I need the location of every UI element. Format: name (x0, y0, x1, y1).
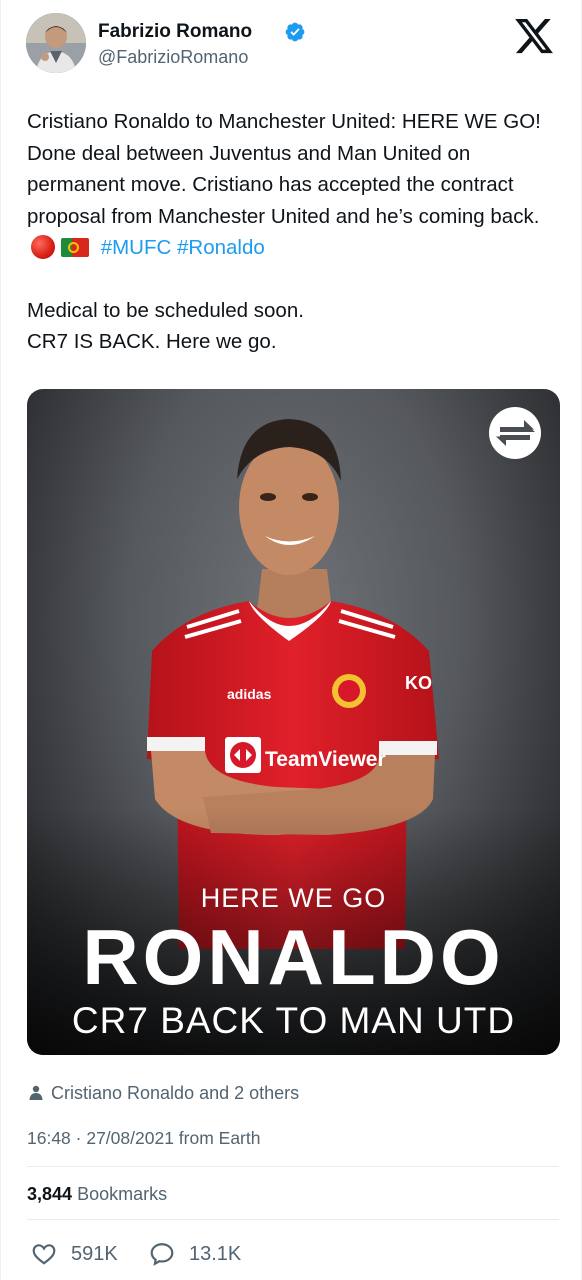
divider (27, 1166, 559, 1167)
reply-bubble-icon (150, 1243, 174, 1266)
bookmarks-count: 3,844 (27, 1184, 73, 1204)
portugal-flag-emoji-icon (61, 238, 89, 257)
red-circle-emoji-icon (31, 235, 55, 259)
hashtag-ronaldo[interactable]: #Ronaldo (177, 236, 265, 259)
svg-text:adidas: adidas (227, 686, 272, 702)
bookmarks-stat[interactable]: 3,844 Bookmarks (27, 1184, 167, 1205)
svg-text:TeamViewer: TeamViewer (265, 748, 386, 771)
author-handle[interactable]: @FabrizioRomano (98, 47, 248, 68)
tweet-text: Cristiano Ronaldo to Manchester United: … (27, 106, 557, 358)
tagged-people-link[interactable]: Cristiano Ronaldo and 2 others (29, 1083, 299, 1104)
tweet-actions: 591K 13.1K (31, 1238, 551, 1270)
reply-count: 13.1K (189, 1242, 242, 1265)
tagged-people-text: Cristiano Ronaldo and 2 others (51, 1083, 300, 1103)
media-tagline: CR7 BACK TO MAN UTD (71, 1000, 516, 1041)
tweet-line-medical: Medical to be scheduled soon. (27, 298, 304, 322)
bookmarks-label: Bookmarks (77, 1184, 168, 1204)
verified-badge-icon (285, 22, 305, 42)
tweet-timestamp[interactable]: 16:48 · 27/08/2021 from Earth (27, 1128, 260, 1149)
avatar[interactable] (26, 13, 86, 73)
hashtag-mufc[interactable]: #MUFC (101, 236, 172, 259)
x-logo-icon (515, 18, 553, 54)
svg-text:KO: KO (405, 673, 432, 693)
tweet-main-text: Cristiano Ronaldo to Manchester United: … (27, 110, 541, 228)
like-count: 591K (71, 1242, 118, 1265)
like-button[interactable]: 591K (31, 1238, 118, 1270)
transfer-arrows-icon (489, 407, 541, 459)
reply-button[interactable]: 13.1K (149, 1238, 241, 1270)
person-icon (29, 1085, 43, 1100)
tweet-media-image[interactable]: adidas KO TeamViewer HERE WE GO RONALDO … (27, 389, 560, 1055)
tweet-header: Fabrizio Romano @FabrizioRomano (26, 13, 558, 75)
heart-icon (32, 1244, 56, 1265)
author-name[interactable]: Fabrizio Romano (98, 21, 252, 43)
divider (27, 1219, 559, 1220)
tweet-paragraph: Cristiano Ronaldo to Manchester United: … (27, 106, 557, 264)
media-headline: RONALDO (82, 913, 505, 1001)
tweet-card: Fabrizio Romano @FabrizioRomano Cristian… (0, 0, 582, 1280)
media-subtitle: HERE WE GO (200, 883, 387, 913)
tweet-line-cr7: CR7 IS BACK. Here we go. (27, 330, 277, 353)
